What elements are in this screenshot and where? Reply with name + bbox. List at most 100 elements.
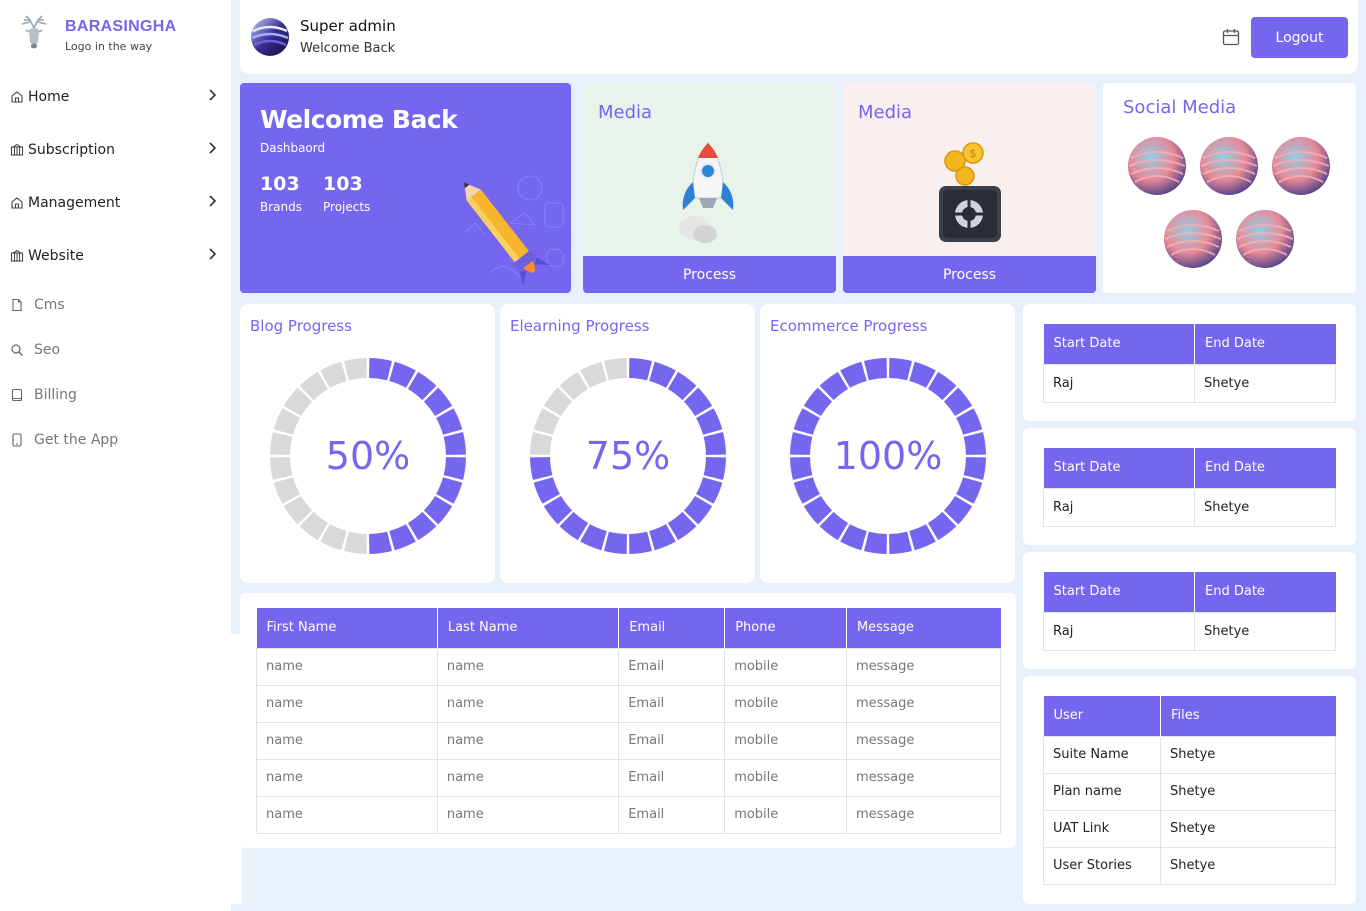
progress-value: 50% [325,434,411,478]
column-header[interactable]: Start Date [1043,572,1195,612]
table-row[interactable]: name name Email mobile message [256,795,1002,834]
column-header[interactable]: User [1043,696,1161,736]
cell: Email [618,647,726,686]
table-row[interactable]: Raj Shetye [1043,487,1336,527]
progress-value: 75% [585,434,671,478]
column-header[interactable]: First Name [256,608,438,648]
pencil-rocket-illustration [463,175,565,286]
cell: Shetye [1160,809,1336,848]
table-row[interactable]: name name Email mobile message [256,758,1002,797]
sidebar-item-label: Subscription [28,141,115,158]
column-header[interactable]: End Date [1194,572,1336,612]
table-row[interactable]: Raj Shetye [1043,363,1336,403]
cell: Shetye [1160,772,1336,811]
brands-count: 103 [260,173,300,195]
progress-title: Ecommerce Progress [770,317,928,335]
table-row[interactable]: Suite Name Shetye [1043,735,1336,774]
social-orb-icon[interactable] [1199,136,1259,196]
column-header[interactable]: Email [618,608,726,648]
table-row[interactable]: name name Email mobile message [256,684,1002,723]
column-header[interactable]: Files [1160,696,1336,736]
progress-title: Elearning Progress [510,317,650,335]
brand[interactable]: BARASINGHA Logo in the way [12,14,176,56]
building-icon [10,143,24,157]
search-icon [10,343,24,357]
date-panel: Start Date End Date Raj Shetye [1023,428,1356,545]
date-panel: Start Date End Date Raj Shetye [1023,304,1356,421]
cell: UAT Link [1043,809,1161,848]
user-title: Super admin [300,17,396,35]
cell: Raj [1043,611,1195,651]
table-row[interactable]: Plan name Shetye [1043,772,1336,811]
process-button[interactable]: Process [843,256,1096,293]
sidebar-item-subscription[interactable]: Subscription [0,123,231,176]
column-header[interactable]: Phone [724,608,847,648]
media-card: Media $ Process [843,83,1096,293]
sidebar-item-billing[interactable]: Billing [0,372,231,417]
sidebar-item-get-the-app[interactable]: Get the App [0,417,231,462]
table-header-row: Start Date End Date [1043,572,1336,612]
safe-coins-icon: $ [939,142,1001,242]
cell: Email [618,721,726,760]
social-orb-icon[interactable] [1163,209,1223,269]
book-icon [10,388,24,402]
progress-card-elearning: Elearning Progress 75% [500,304,755,583]
files-table: User Files Suite Name Shetye Plan name Shet… [1043,696,1336,885]
cell: name [256,758,438,797]
contacts-panel: First Name Last Name Email Phone Message… [240,593,1016,848]
social-orb-icon[interactable] [1235,209,1295,269]
sidebar: BARASINGHA Logo in the way Home Subscrip… [0,0,231,911]
column-header[interactable]: Message [846,608,1001,648]
table-row[interactable]: name name Email mobile message [256,721,1002,760]
building-icon [10,249,24,263]
table-header-row: First Name Last Name Email Phone Message [256,608,1001,648]
table-row[interactable]: name name Email mobile message [256,647,1002,686]
sidebar-item-seo[interactable]: Seo [0,327,231,372]
cell: name [256,647,438,686]
table-row[interactable]: User Stories Shetye [1043,846,1336,885]
sidebar-item-website[interactable]: Website [0,229,231,282]
top-header: Super admin Welcome Back Logout [240,0,1358,74]
sidebar-item-home[interactable]: Home [0,70,231,123]
cell: name [436,647,620,686]
column-header[interactable]: Start Date [1043,324,1195,364]
sidebar-item-label: Cms [34,296,65,313]
date-table: Start Date End Date Raj Shetye [1043,572,1336,651]
projects-label: Projects [323,200,371,214]
date-table: Start Date End Date Raj Shetye [1043,324,1336,403]
home-icon [10,90,24,104]
date-panel: Start Date End Date Raj Shetye [1023,552,1356,669]
files-panel: User Files Suite Name Shetye Plan name Shet… [1023,676,1356,904]
cell: name [256,684,438,723]
column-header[interactable]: Start Date [1043,448,1195,488]
sidebar-item-label: Home [28,88,70,105]
cell: name [436,758,620,797]
cell: name [256,721,438,760]
table-row[interactable]: Raj Shetye [1043,611,1336,651]
table-header-row: Start Date End Date [1043,448,1336,488]
mobile-icon [10,432,24,447]
avatar[interactable] [250,17,290,57]
table-row[interactable]: UAT Link Shetye [1043,809,1336,848]
social-orb-icon[interactable] [1127,136,1187,196]
cell: Email [618,758,726,797]
social-media-title: Social Media [1123,97,1237,118]
sidebar-item-management[interactable]: Management [0,176,231,229]
sidebar-item-cms[interactable]: Cms [0,282,231,327]
chevron-right-icon [209,248,217,260]
cell: Shetye [1194,363,1336,403]
cell: Shetye [1194,611,1336,651]
progress-card-blog: Blog Progress 50% [240,304,495,583]
social-orb-icon[interactable] [1271,136,1331,196]
cell: mobile [724,721,847,760]
calendar-icon[interactable] [1222,28,1240,46]
column-header[interactable]: End Date [1194,324,1336,364]
column-header[interactable]: Last Name [437,608,620,648]
cell: Suite Name [1043,735,1161,774]
logout-button[interactable]: Logout [1251,17,1348,58]
cell: name [256,795,438,834]
media-title: Media [598,102,653,123]
process-button[interactable]: Process [583,256,836,293]
contacts-table: First Name Last Name Email Phone Message… [256,608,1002,834]
column-header[interactable]: End Date [1194,448,1336,488]
